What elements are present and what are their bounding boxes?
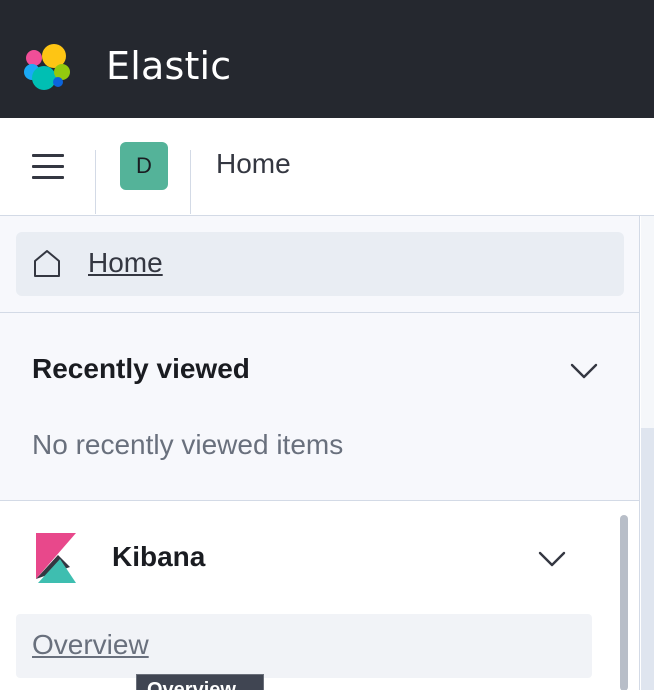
collapsible-nav: Home Recently viewed No recently viewed …	[0, 216, 640, 690]
header-bar: D Home	[0, 118, 654, 216]
menu-toggle-button[interactable]	[24, 144, 72, 188]
chevron-down-icon[interactable]	[566, 353, 602, 389]
header-divider	[190, 150, 191, 214]
nav-home-label: Home	[88, 247, 163, 278]
space-avatar[interactable]: D	[120, 142, 168, 190]
brand-title: Elastic	[106, 44, 232, 88]
home-section: Home	[0, 216, 639, 313]
kibana-logo-icon	[36, 533, 76, 583]
kibana-section: Kibana Overview	[0, 501, 639, 690]
background-band	[641, 428, 654, 690]
header-divider	[95, 150, 96, 214]
recently-viewed-empty-text: No recently viewed items	[32, 429, 344, 460]
home-icon	[34, 250, 60, 277]
nav-overview-label: Overview	[32, 629, 149, 660]
overview-tooltip: Overview	[136, 674, 264, 690]
kibana-title[interactable]: Kibana	[112, 541, 205, 573]
hamburger-menu-icon	[32, 153, 64, 157]
nav-overview-link[interactable]: Overview	[16, 614, 592, 678]
top-bar: Elastic	[0, 0, 654, 118]
breadcrumb[interactable]: Home	[216, 148, 291, 180]
nav-scrollbar[interactable]	[620, 515, 628, 690]
recently-viewed-title[interactable]: Recently viewed	[32, 353, 250, 385]
recently-viewed-section: Recently viewed No recently viewed items	[0, 313, 639, 501]
nav-home-link[interactable]: Home	[16, 232, 624, 296]
background-page-edge	[641, 216, 654, 690]
elastic-logo-icon[interactable]	[22, 42, 74, 94]
chevron-down-icon[interactable]	[534, 541, 570, 577]
